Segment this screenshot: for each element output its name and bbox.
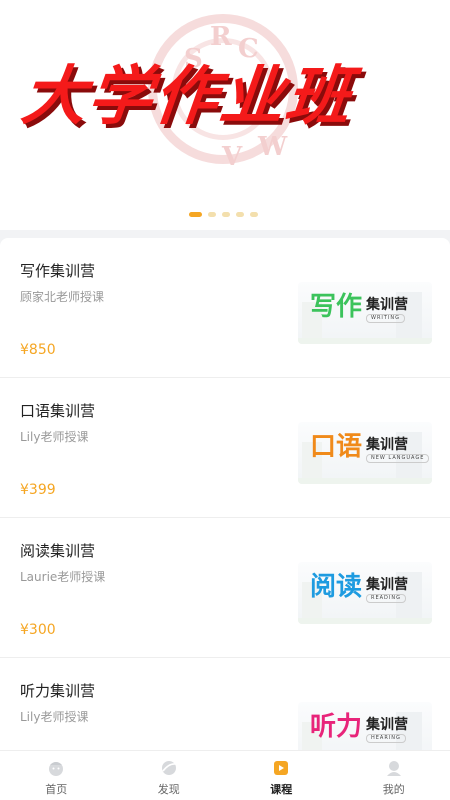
course-thumbnail: 口语 集训营 NEW LANGUAGE: [298, 422, 432, 484]
course-price: ¥850: [20, 342, 56, 358]
thumbnail-sub-text: WRITING: [366, 314, 406, 323]
carousel-dot[interactable]: [250, 212, 258, 217]
bottom-tab-bar: 首页 发现 课程 我的: [0, 750, 450, 800]
tab-profile[interactable]: 我的: [338, 751, 450, 800]
thumbnail-big-text: 写作: [310, 292, 363, 322]
carousel-dot[interactable]: [236, 212, 244, 217]
carousel-dot[interactable]: [189, 212, 202, 217]
tab-home[interactable]: 首页: [0, 751, 113, 800]
course-price: ¥399: [20, 482, 56, 498]
tab-label: 首页: [45, 783, 68, 796]
tab-label: 发现: [157, 783, 180, 796]
thumbnail-small-text: 集训营: [366, 577, 408, 593]
course-thumbnail: 写作 集训营 WRITING: [298, 282, 432, 344]
thumbnail-sub-text: READING: [366, 594, 406, 603]
thumbnail-sub-text: NEW LANGUAGE: [366, 454, 430, 463]
discover-icon: [161, 761, 176, 775]
thumbnail-small-text: 集训营: [366, 717, 408, 733]
course-card-listening[interactable]: 听力集训营 Lily老师授课 听力 集训营 HEARING: [0, 658, 450, 750]
course-title: 口语集训营: [20, 402, 96, 420]
course-title: 阅读集训营: [20, 542, 96, 560]
course-list: 写作集训营 顾家北老师授课 ¥850 写作 集训营 WRITING 口语集训营 …: [0, 238, 450, 750]
course-icon: [274, 761, 289, 775]
seal-letter: V: [222, 142, 243, 172]
course-teacher: Lily老师授课: [20, 710, 89, 724]
course-price: ¥300: [20, 622, 56, 638]
thumbnail-big-text: 口语: [310, 432, 363, 462]
thumbnail-small-text: 集训营: [366, 437, 408, 453]
tab-discover[interactable]: 发现: [113, 751, 226, 800]
thumbnail-small-text: 集训营: [366, 297, 408, 313]
carousel-indicator: [189, 212, 258, 217]
top-banner[interactable]: S R C W V 大学作业班: [0, 0, 450, 230]
course-card-writing[interactable]: 写作集训营 顾家北老师授课 ¥850 写作 集训营 WRITING: [0, 238, 450, 378]
banner-title: 大学作业班: [18, 60, 356, 134]
course-thumbnail: 听力 集训营 HEARING: [298, 702, 432, 750]
tab-label: 我的: [382, 783, 405, 796]
tab-label: 课程: [270, 783, 293, 796]
course-title: 听力集训营: [20, 682, 96, 700]
course-card-reading[interactable]: 阅读集训营 Laurie老师授课 ¥300 阅读 集训营 READING: [0, 518, 450, 658]
course-card-speaking[interactable]: 口语集训营 Lily老师授课 ¥399 口语 集训营 NEW LANGUAGE: [0, 378, 450, 518]
profile-icon: [386, 761, 401, 776]
carousel-dot[interactable]: [222, 212, 230, 217]
thumbnail-sub-text: HEARING: [366, 734, 406, 743]
course-teacher: Lily老师授课: [20, 430, 89, 444]
tab-course[interactable]: 课程: [225, 751, 338, 800]
thumbnail-big-text: 阅读: [310, 572, 363, 602]
course-thumbnail: 阅读 集训营 READING: [298, 562, 432, 624]
carousel-dot[interactable]: [208, 212, 216, 217]
thumbnail-big-text: 听力: [310, 712, 363, 742]
course-teacher: 顾家北老师授课: [20, 290, 105, 304]
course-title: 写作集训营: [20, 262, 96, 280]
course-teacher: Laurie老师授课: [20, 570, 106, 584]
home-icon: [49, 762, 64, 776]
seal-letter: R: [210, 22, 232, 52]
